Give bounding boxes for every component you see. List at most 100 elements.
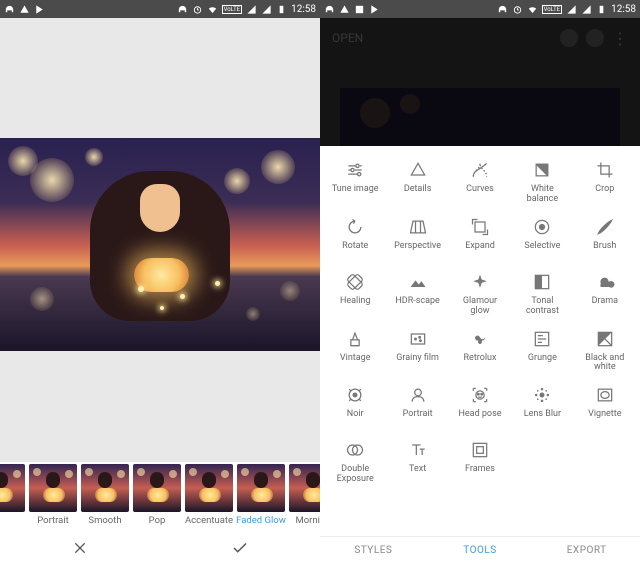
- play-store-icon: [369, 4, 380, 15]
- tool-retrolux[interactable]: Retrolux: [449, 329, 511, 374]
- tool-tonal-contrast[interactable]: Tonalcontrast: [511, 272, 573, 317]
- alarm-icon: [192, 4, 203, 15]
- tool-label: DoubleExposure: [337, 465, 374, 485]
- status-bar: VoLTE 12:58: [0, 0, 320, 18]
- tool-label: Tune image: [332, 185, 379, 203]
- tool-label: Tonalcontrast: [526, 297, 559, 317]
- healing-icon: [345, 272, 365, 292]
- headphones-icon: [497, 4, 508, 15]
- confirm-button[interactable]: [160, 532, 320, 564]
- volte-icon: VoLTE: [542, 5, 563, 14]
- tab-styles[interactable]: STYLES: [320, 537, 427, 564]
- tool-grunge[interactable]: Grunge: [511, 329, 573, 374]
- filter-item-smooth[interactable]: Smooth: [80, 464, 130, 526]
- filter-item-pop[interactable]: Pop: [132, 464, 182, 526]
- signal-icon: [566, 4, 577, 15]
- filter-item-faded-glow[interactable]: Faded Glow: [236, 464, 286, 526]
- filter-item-portrait[interactable]: Portrait: [28, 464, 78, 526]
- tool-label: Vintage: [340, 354, 371, 372]
- signal-icon: [581, 4, 592, 15]
- head-pose-icon: [470, 385, 490, 405]
- rotate-icon: [345, 217, 365, 237]
- tool-white-balance[interactable]: Whitebalance: [511, 160, 573, 205]
- tool-label: Black andwhite: [585, 354, 624, 374]
- styles-editor-panel: VoLTE 12:58 PortraitSmoothPopAccentuateF…: [0, 0, 320, 564]
- tab-tools[interactable]: TOOLS: [427, 537, 534, 564]
- tool-double-exposure[interactable]: DoubleExposure: [324, 440, 386, 485]
- filter-label: Pop: [132, 515, 182, 526]
- photo-canvas[interactable]: [0, 138, 320, 351]
- filter-item-morning[interactable]: Morning: [288, 464, 320, 526]
- cancel-button[interactable]: [0, 532, 160, 564]
- tonal-contrast-icon: [532, 272, 552, 292]
- text-icon: [408, 440, 428, 460]
- crop-icon: [595, 160, 615, 180]
- headphones-icon: [4, 4, 15, 15]
- filter-item-accentuate[interactable]: Accentuate: [184, 464, 234, 526]
- tool-details[interactable]: Details: [386, 160, 448, 205]
- tool-noir[interactable]: Noir: [324, 385, 386, 428]
- tool-vintage[interactable]: Vintage: [324, 329, 386, 374]
- tool-grainy-film[interactable]: Grainy film: [386, 329, 448, 374]
- tool-label: Portrait: [403, 410, 433, 428]
- black-and-white-icon: [595, 329, 615, 349]
- tool-portrait[interactable]: Portrait: [386, 385, 448, 428]
- tool-drama[interactable]: Drama: [574, 272, 636, 317]
- filter-label: Smooth: [80, 515, 130, 526]
- check-icon: [231, 539, 249, 557]
- drive-icon: [339, 4, 350, 15]
- signal-icon: [246, 4, 257, 15]
- tool-vignette[interactable]: Vignette: [574, 385, 636, 428]
- tool-healing[interactable]: Healing: [324, 272, 386, 317]
- tool-selective[interactable]: Selective: [511, 217, 573, 260]
- tool-hdr-scape[interactable]: HDR-scape: [386, 272, 448, 317]
- tool-label: Brush: [593, 242, 616, 260]
- tool-label: Glamourglow: [463, 297, 497, 317]
- tool-label: HDR-scape: [395, 297, 439, 315]
- tool-brush[interactable]: Brush: [574, 217, 636, 260]
- details-icon: [408, 160, 428, 180]
- wifi-icon: [527, 4, 538, 15]
- tool-head-pose[interactable]: Head pose: [449, 385, 511, 428]
- tool-label: Expand: [465, 242, 495, 260]
- tool-label: Rotate: [342, 242, 368, 260]
- tab-export[interactable]: EXPORT: [533, 537, 640, 564]
- headphones-icon: [324, 4, 335, 15]
- tool-rotate[interactable]: Rotate: [324, 217, 386, 260]
- glamour-glow-icon: [470, 272, 490, 292]
- lens-blur-icon: [532, 385, 552, 405]
- tool-label: Drama: [592, 297, 618, 315]
- tool-expand[interactable]: Expand: [449, 217, 511, 260]
- grainy-film-icon: [408, 329, 428, 349]
- filter-item[interactable]: [0, 464, 26, 515]
- noir-icon: [345, 385, 365, 405]
- vignette-icon: [595, 385, 615, 405]
- close-icon: [72, 540, 88, 556]
- tool-lens-blur[interactable]: Lens Blur: [511, 385, 573, 428]
- white-balance-icon: [532, 160, 552, 180]
- tool-label: Crop: [595, 185, 614, 203]
- tune-image-icon: [345, 160, 365, 180]
- tool-text[interactable]: Text: [386, 440, 448, 485]
- battery-icon: [276, 4, 287, 15]
- tool-curves[interactable]: Curves: [449, 160, 511, 205]
- tool-glamour-glow[interactable]: Glamourglow: [449, 272, 511, 317]
- tool-label: Head pose: [458, 410, 501, 428]
- image-icon: [354, 4, 365, 15]
- tool-label: Noir: [347, 410, 364, 428]
- expand-icon: [470, 217, 490, 237]
- tool-frames[interactable]: Frames: [449, 440, 511, 485]
- bottom-tabs: STYLES TOOLS EXPORT: [320, 536, 640, 564]
- tool-perspective[interactable]: Perspective: [386, 217, 448, 260]
- tool-tune-image[interactable]: Tune image: [324, 160, 386, 205]
- tool-crop[interactable]: Crop: [574, 160, 636, 205]
- tool-label: Perspective: [394, 242, 441, 260]
- filter-strip[interactable]: PortraitSmoothPopAccentuateFaded GlowMor…: [0, 462, 320, 532]
- filter-label: Faded Glow: [236, 515, 286, 526]
- signal-icon: [261, 4, 272, 15]
- volte-icon: VoLTE: [222, 5, 243, 14]
- wifi-icon: [207, 4, 218, 15]
- curves-icon: [470, 160, 490, 180]
- brush-icon: [595, 217, 615, 237]
- tool-black-and-white[interactable]: Black andwhite: [574, 329, 636, 374]
